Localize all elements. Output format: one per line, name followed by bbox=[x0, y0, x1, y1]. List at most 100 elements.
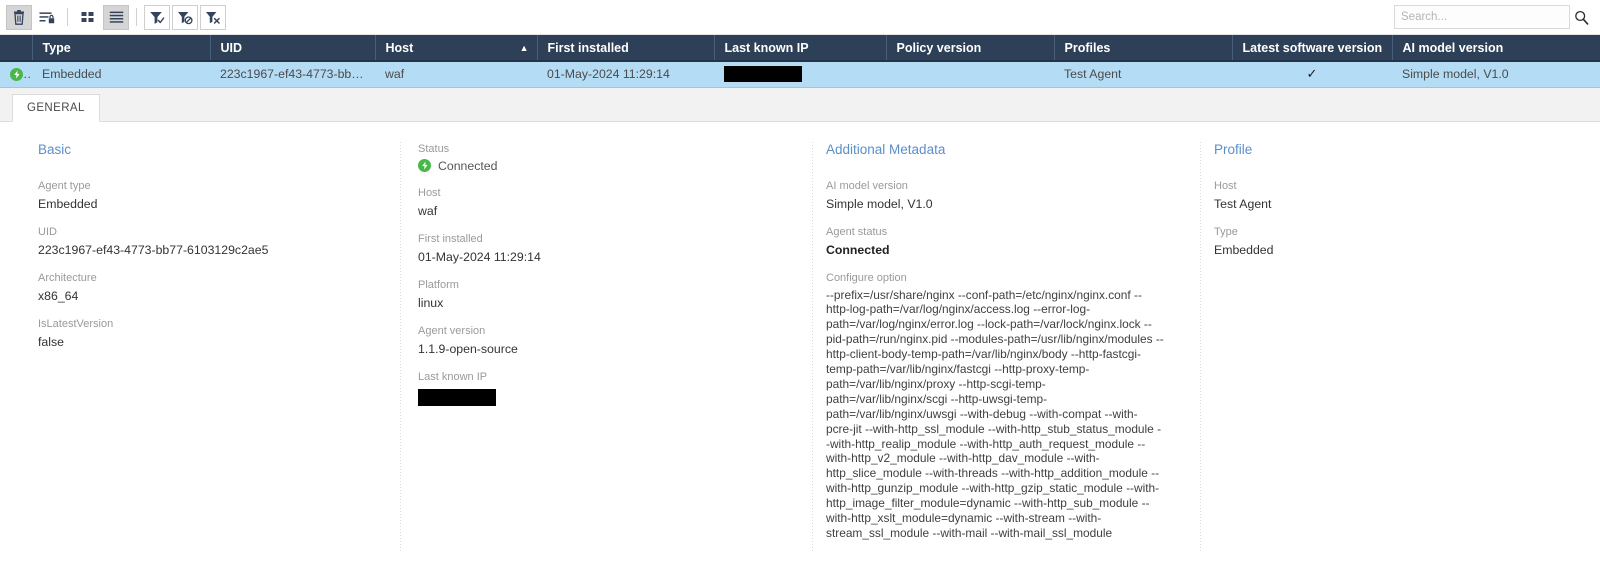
column-header-last-known-ip[interactable]: Last known IP bbox=[714, 35, 887, 62]
field-architecture: Architecture x86_64 bbox=[38, 271, 386, 304]
field-value: --prefix=/usr/share/nginx --conf-path=/e… bbox=[826, 287, 1164, 541]
cell-type: Embedded bbox=[32, 61, 210, 88]
field-value: Embedded bbox=[38, 196, 98, 211]
field-last-known-ip: Last known IP bbox=[418, 370, 798, 411]
list-view-button[interactable] bbox=[103, 4, 129, 30]
field-value: 01-May-2024 11:29:14 bbox=[418, 249, 541, 264]
field-label: Host bbox=[1214, 179, 1237, 192]
clear-filter-button[interactable] bbox=[200, 4, 226, 30]
connected-bolt-icon bbox=[418, 159, 431, 172]
search-icon[interactable] bbox=[1570, 5, 1592, 29]
check-icon: ✓ bbox=[1306, 66, 1318, 82]
disable-filter-button[interactable] bbox=[172, 4, 198, 30]
field-status: Status Connected bbox=[418, 142, 798, 173]
field-value: Embedded bbox=[1214, 242, 1274, 257]
field-label: Agent version bbox=[418, 324, 486, 337]
detail-section-additional-metadata: Additional Metadata AI model version Sim… bbox=[812, 141, 1200, 551]
field-host: Host waf bbox=[418, 186, 798, 219]
field-agent-type: Agent type Embedded bbox=[38, 179, 386, 212]
column-divider bbox=[1200, 141, 1201, 551]
field-agent-version: Agent version 1.1.9-open-source bbox=[418, 324, 798, 357]
apply-filter-button[interactable] bbox=[144, 4, 170, 30]
field-label: UID bbox=[38, 225, 57, 238]
column-header-label: Profiles bbox=[1064, 40, 1111, 55]
toolbar bbox=[0, 0, 1600, 35]
connected-bolt-icon bbox=[10, 68, 23, 82]
detail-section-status: Status Connected Host waf First installe… bbox=[400, 141, 812, 551]
grid-view-icon bbox=[81, 10, 95, 24]
field-value: waf bbox=[418, 203, 438, 218]
search-input[interactable] bbox=[1394, 5, 1570, 29]
column-header-first-installed[interactable]: First installed bbox=[537, 35, 715, 62]
column-header-label: Host bbox=[385, 40, 414, 55]
section-title-additional-metadata: Additional Metadata bbox=[826, 141, 946, 157]
field-value: 223c1967-ef43-4773-bb77-6103129c2ae5 bbox=[38, 242, 269, 257]
column-header-host[interactable]: Host ▲ bbox=[375, 35, 538, 62]
redacted-ip-box bbox=[724, 66, 802, 83]
field-value: Simple model, V1.0 bbox=[826, 196, 933, 211]
card-view-button[interactable] bbox=[75, 5, 101, 30]
filter-disabled-icon bbox=[177, 10, 193, 25]
column-header-ai-model-version[interactable]: AI model version bbox=[1392, 35, 1600, 62]
column-divider bbox=[400, 141, 401, 551]
field-value: Connected bbox=[438, 158, 498, 173]
tab-label: GENERAL bbox=[27, 101, 85, 114]
cell-host: waf bbox=[375, 61, 537, 88]
detail-tab-bar: GENERAL bbox=[0, 87, 1600, 122]
toolbar-divider-2 bbox=[136, 8, 137, 26]
field-value: linux bbox=[418, 295, 444, 310]
column-header-type[interactable]: Type bbox=[32, 35, 211, 62]
column-header-spacer bbox=[0, 35, 33, 62]
column-header-label: Type bbox=[42, 40, 71, 55]
cell-profiles: Test Agent bbox=[1054, 61, 1232, 88]
filter-clear-icon bbox=[205, 10, 221, 25]
cell-ai-model-version: Simple model, V1.0 bbox=[1392, 61, 1600, 88]
field-label: Agent status bbox=[826, 225, 888, 238]
list-lock-icon bbox=[39, 10, 55, 25]
field-label: IsLatestVersion bbox=[38, 317, 114, 330]
delete-button[interactable] bbox=[6, 4, 32, 30]
filter-check-icon bbox=[149, 10, 165, 25]
field-label: Platform bbox=[418, 278, 459, 291]
properties-button[interactable] bbox=[34, 5, 60, 30]
field-profile-type: Type Embedded bbox=[1214, 225, 1586, 258]
detail-section-profile: Profile Host Test Agent Type Embedded bbox=[1200, 141, 1600, 551]
column-header-profiles[interactable]: Profiles bbox=[1054, 35, 1233, 62]
list-view-icon bbox=[109, 10, 124, 24]
cell-last-known-ip bbox=[714, 61, 886, 88]
field-label: Architecture bbox=[38, 271, 97, 284]
column-header-label: UID bbox=[220, 40, 243, 55]
field-label: First installed bbox=[418, 232, 483, 245]
field-first-installed: First installed 01-May-2024 11:29:14 bbox=[418, 232, 798, 265]
field-label: Host bbox=[418, 186, 441, 199]
table-row[interactable]: Embedded 223c1967-ef43-4773-bb77-6... wa… bbox=[0, 61, 1600, 88]
detail-section-basic: Basic Agent type Embedded UID 223c1967-e… bbox=[0, 142, 400, 551]
section-title-basic: Basic bbox=[38, 141, 72, 157]
column-header-latest-software-version[interactable]: Latest software version bbox=[1232, 35, 1393, 62]
table-header-row: Type UID Host ▲ First installed Last kno… bbox=[0, 35, 1600, 62]
field-label: Status bbox=[418, 142, 450, 155]
column-divider bbox=[812, 141, 813, 551]
section-title-profile: Profile bbox=[1214, 141, 1253, 157]
field-label: Type bbox=[1214, 225, 1238, 238]
agents-table: Type UID Host ▲ First installed Last kno… bbox=[0, 35, 1600, 88]
tab-general[interactable]: GENERAL bbox=[12, 93, 100, 122]
column-header-label: Last known IP bbox=[724, 40, 809, 55]
field-platform: Platform linux bbox=[418, 278, 798, 311]
field-profile-host: Host Test Agent bbox=[1214, 179, 1586, 212]
column-header-policy-version[interactable]: Policy version bbox=[886, 35, 1055, 62]
detail-panel: Basic Agent type Embedded UID 223c1967-e… bbox=[0, 121, 1600, 551]
column-header-label: Latest software version bbox=[1242, 40, 1383, 55]
field-configure-option: Configure option --prefix=/usr/share/ngi… bbox=[826, 271, 1186, 541]
cell-uid: 223c1967-ef43-4773-bb77-6... bbox=[210, 61, 375, 88]
field-ai-model-version: AI model version Simple model, V1.0 bbox=[826, 179, 1186, 212]
cell-policy-version bbox=[886, 61, 1054, 88]
field-value: Connected bbox=[826, 242, 890, 257]
redacted-ip-box bbox=[418, 388, 496, 406]
column-header-uid[interactable]: UID bbox=[210, 35, 376, 62]
row-status-icon-cell bbox=[0, 61, 32, 88]
trash-icon bbox=[12, 9, 26, 25]
field-label: Agent type bbox=[38, 179, 91, 192]
field-value: Test Agent bbox=[1214, 196, 1272, 211]
column-header-label: Policy version bbox=[896, 40, 982, 55]
